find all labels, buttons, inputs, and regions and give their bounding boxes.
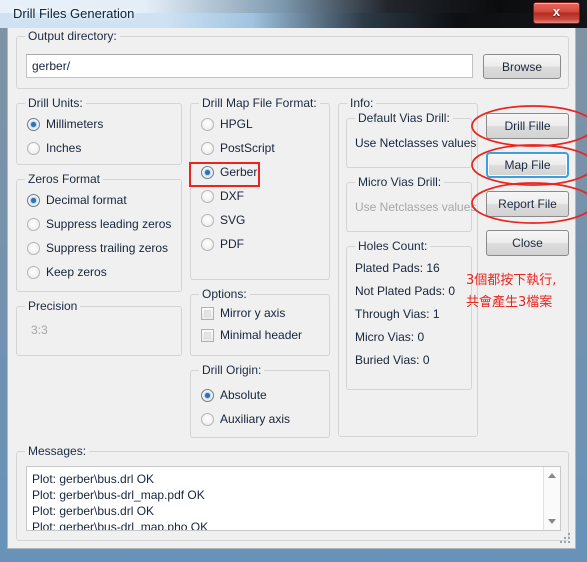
zeros-format-label: Zeros Format bbox=[25, 172, 104, 186]
holes-count-micro-vias: Micro Vias: 0 bbox=[355, 330, 425, 344]
radio-suppress-trailing-zeros-mark bbox=[27, 242, 40, 255]
close-window-button[interactable]: x bbox=[533, 2, 580, 24]
info-group: Info: Default Vias Drill: Use Netclasses… bbox=[338, 96, 478, 437]
message-line: Plot: gerber\bus.drl OK bbox=[32, 472, 155, 486]
micro-vias-drill-group: Micro Vias Drill: Use Netclasses values bbox=[346, 175, 476, 232]
title-bar[interactable]: Drill Files Generation x bbox=[0, 0, 587, 28]
precision-value: 3:3 bbox=[31, 323, 48, 337]
scroll-up-arrow-icon[interactable] bbox=[544, 467, 560, 484]
radio-suppress-leading-zeros-label: Suppress leading zeros bbox=[46, 217, 172, 231]
micro-vias-drill-value: Use Netclasses values bbox=[355, 200, 477, 214]
radio-svg-mark bbox=[201, 214, 214, 227]
radio-dxf-mark bbox=[201, 190, 214, 203]
radio-auxiliary-axis-mark bbox=[201, 413, 214, 426]
resize-grip[interactable] bbox=[560, 533, 572, 545]
message-line: Plot: gerber\bus-drl_map.pho OK bbox=[32, 520, 209, 531]
holes-count-buried-vias: Buried Vias: 0 bbox=[355, 353, 430, 367]
options-label: Options: bbox=[199, 287, 250, 301]
drill-map-file-format-label: Drill Map File Format: bbox=[199, 96, 320, 110]
checkbox-mirror-y-axis-mark bbox=[201, 307, 214, 320]
window-title: Drill Files Generation bbox=[13, 6, 135, 21]
drill-file-button[interactable]: Drill Fille bbox=[486, 113, 569, 139]
checkbox-minimal-header-mark bbox=[201, 329, 214, 342]
radio-svg-label: SVG bbox=[220, 213, 246, 227]
holes-count-group: Holes Count: Plated Pads: 16 Not Plated … bbox=[346, 239, 472, 390]
message-line: Plot: gerber\bus.drl OK bbox=[32, 504, 155, 518]
holes-count-label: Holes Count: bbox=[355, 239, 431, 253]
holes-count-through-vias: Through Vias: 1 bbox=[355, 307, 440, 321]
output-directory-group: Output directory: gerber/ Browse bbox=[16, 29, 569, 89]
radio-hpgl-mark bbox=[201, 118, 214, 131]
drill-units-group: Drill Units: Millimeters Inches bbox=[16, 96, 182, 165]
precision-group: Precision 3:3 bbox=[16, 299, 182, 356]
radio-pdf-label: PDF bbox=[220, 237, 244, 251]
messages-listbox[interactable]: Plot: gerber\bus.drl OK Plot: gerber\bus… bbox=[26, 466, 561, 531]
radio-keep-zeros-mark bbox=[27, 266, 40, 279]
messages-label: Messages: bbox=[25, 444, 90, 458]
radio-hpgl-label: HPGL bbox=[220, 117, 253, 131]
message-line: Plot: gerber\bus-drl_map.pdf OK bbox=[32, 488, 205, 502]
precision-label: Precision bbox=[25, 299, 81, 313]
radio-inches-label: Inches bbox=[46, 141, 82, 155]
application-window: Drill Files Generation x Output director… bbox=[0, 0, 587, 562]
drill-origin-label: Drill Origin: bbox=[199, 363, 265, 377]
radio-postscript-mark bbox=[201, 142, 214, 155]
annotation-note-line-2: 共會產生3檔案 bbox=[466, 295, 553, 310]
drill-map-file-format-group: Drill Map File Format: HPGL PostScript G… bbox=[190, 96, 330, 280]
micro-vias-drill-label: Micro Vias Drill: bbox=[355, 175, 445, 189]
messages-vertical-scrollbar[interactable] bbox=[543, 467, 560, 530]
default-vias-drill-value: Use Netclasses values bbox=[355, 136, 477, 150]
radio-postscript-label: PostScript bbox=[220, 141, 275, 155]
close-button[interactable]: Close bbox=[486, 230, 569, 256]
options-group: Options: Mirror y axis Minimal header bbox=[190, 287, 330, 356]
radio-millimeters-label: Millimeters bbox=[46, 117, 104, 131]
output-directory-input[interactable]: gerber/ bbox=[26, 54, 473, 78]
info-label: Info: bbox=[347, 96, 377, 110]
radio-absolute-mark bbox=[201, 389, 214, 402]
map-file-button[interactable]: Map File bbox=[486, 152, 569, 178]
scroll-down-arrow-icon[interactable] bbox=[544, 513, 560, 530]
holes-count-not-plated-pads: Not Plated Pads: 0 bbox=[355, 284, 456, 298]
drill-origin-group: Drill Origin: Absolute Auxiliary axis bbox=[190, 363, 330, 438]
radio-suppress-trailing-zeros-label: Suppress trailing zeros bbox=[46, 241, 169, 255]
radio-gerber-mark bbox=[201, 166, 214, 179]
messages-list: Plot: gerber\bus.drl OK Plot: gerber\bus… bbox=[32, 471, 540, 531]
close-icon: x bbox=[552, 4, 561, 19]
radio-inches-mark bbox=[27, 142, 40, 155]
radio-keep-zeros-label: Keep zeros bbox=[46, 265, 107, 279]
radio-dxf-label: DXF bbox=[220, 189, 244, 203]
report-file-button[interactable]: Report File bbox=[486, 191, 569, 217]
radio-decimal-format-mark bbox=[27, 194, 40, 207]
zeros-format-group: Zeros Format Decimal format Suppress lea… bbox=[16, 172, 182, 292]
radio-absolute-label: Absolute bbox=[220, 388, 267, 402]
radio-decimal-format-label: Decimal format bbox=[46, 193, 127, 207]
messages-group: Messages: Plot: gerber\bus.drl OK Plot: … bbox=[16, 444, 569, 541]
output-directory-label: Output directory: bbox=[25, 29, 120, 43]
radio-pdf-mark bbox=[201, 238, 214, 251]
checkbox-mirror-y-axis-label: Mirror y axis bbox=[220, 306, 286, 320]
radio-millimeters-mark bbox=[27, 118, 40, 131]
drill-units-label: Drill Units: bbox=[25, 96, 86, 110]
annotation-note-line-1: 3個都按下執行, bbox=[466, 273, 557, 288]
holes-count-plated-pads: Plated Pads: 16 bbox=[355, 261, 440, 275]
browse-button[interactable]: Browse bbox=[483, 54, 561, 79]
radio-suppress-leading-zeros-mark bbox=[27, 218, 40, 231]
radio-gerber-label: Gerber bbox=[220, 165, 258, 179]
default-vias-drill-group: Default Vias Drill: Use Netclasses value… bbox=[346, 111, 476, 168]
checkbox-minimal-header-label: Minimal header bbox=[220, 328, 303, 342]
radio-auxiliary-axis-label: Auxiliary axis bbox=[220, 412, 291, 426]
default-vias-drill-label: Default Vias Drill: bbox=[355, 111, 453, 125]
